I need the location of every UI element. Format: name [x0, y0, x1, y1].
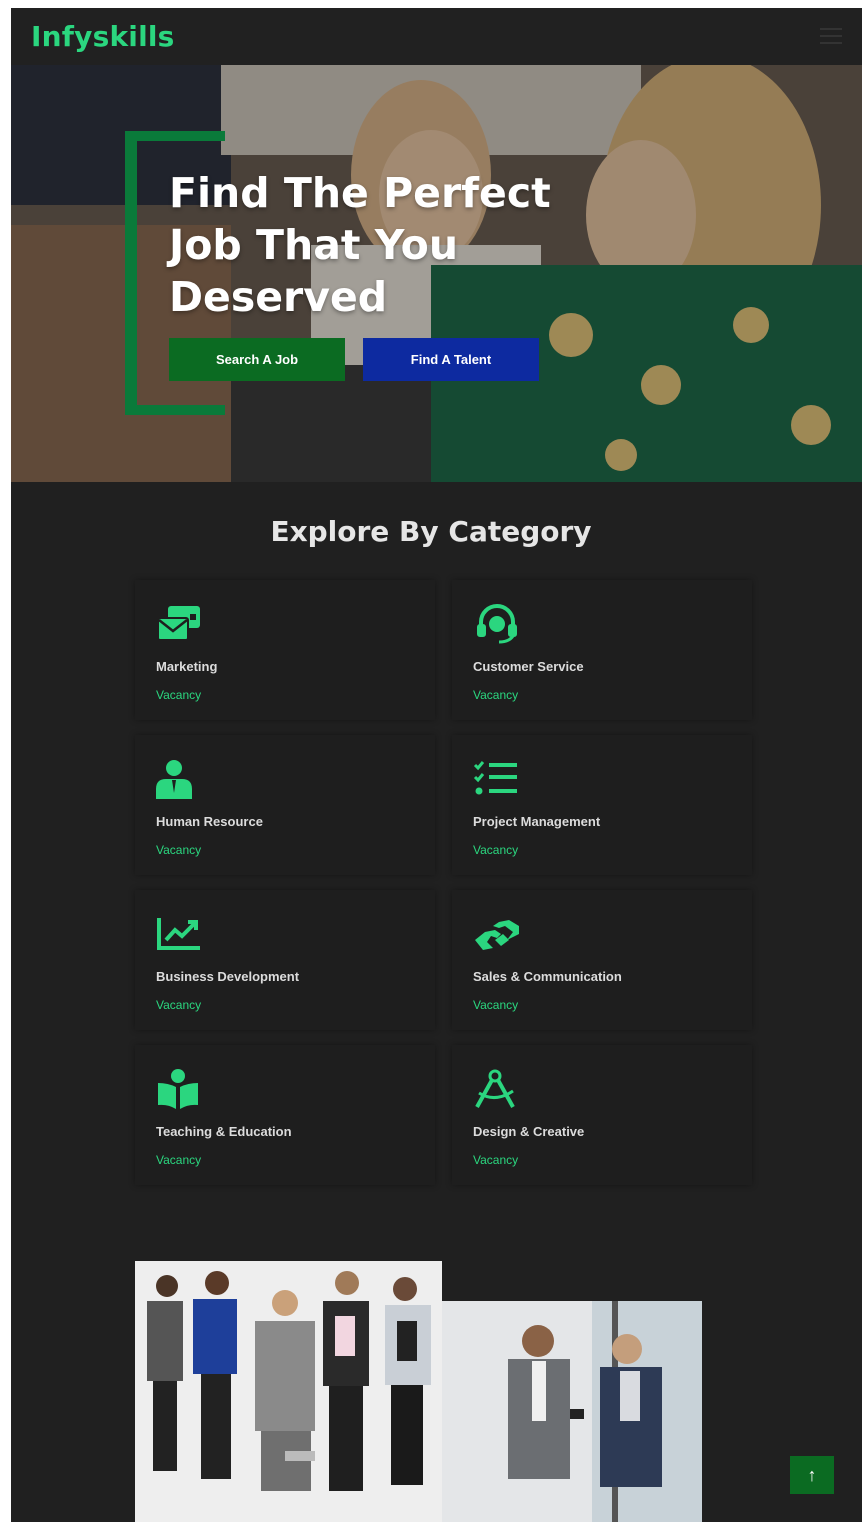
category-card-human-resource[interactable]: Human Resource Vacancy: [135, 735, 435, 875]
book-reader-icon: [156, 1069, 204, 1109]
user-tie-icon: [156, 759, 204, 799]
hero-banner: Find The Perfect Job That You Deserved S…: [11, 65, 862, 482]
hero-bracket-bottom: [125, 405, 225, 415]
category-vacancy-link[interactable]: Vacancy: [156, 1153, 201, 1167]
search-job-button[interactable]: Search A Job: [169, 338, 345, 381]
category-card-customer-service[interactable]: Customer Service Vacancy: [452, 580, 752, 720]
category-name: Teaching & Education: [156, 1124, 292, 1139]
hero-bracket-top: [125, 131, 225, 141]
category-name: Human Resource: [156, 814, 263, 829]
navbar: Infyskills: [11, 8, 862, 65]
arrow-up-icon: ↑: [807, 1464, 817, 1485]
category-name: Project Management: [473, 814, 601, 829]
category-vacancy-link[interactable]: Vacancy: [473, 998, 518, 1012]
envelope-cards-icon: [156, 604, 204, 644]
category-vacancy-link[interactable]: Vacancy: [473, 688, 518, 702]
category-vacancy-link[interactable]: Vacancy: [473, 1153, 518, 1167]
category-vacancy-link[interactable]: Vacancy: [156, 843, 201, 857]
back-to-top-button[interactable]: ↑: [790, 1456, 834, 1494]
category-name: Business Development: [156, 969, 300, 984]
find-talent-button[interactable]: Find A Talent: [363, 338, 539, 381]
hero-bracket: [125, 131, 137, 415]
headset-icon: [473, 604, 521, 644]
handshake-icon: [473, 914, 521, 954]
category-card-business-development[interactable]: Business Development Vacancy: [135, 890, 435, 1030]
category-vacancy-link[interactable]: Vacancy: [156, 688, 201, 702]
task-list-icon: [473, 759, 521, 799]
category-name: Customer Service: [473, 659, 584, 674]
category-card-sales-communication[interactable]: Sales & Communication Vacancy: [452, 890, 752, 1030]
drafting-compass-icon: [473, 1069, 521, 1109]
category-section-title: Explore By Category: [270, 515, 592, 548]
hero-title: Find The Perfect Job That You Deserved: [169, 169, 551, 321]
category-name: Sales & Communication: [473, 969, 622, 984]
hamburger-icon[interactable]: [820, 28, 842, 44]
category-card-project-management[interactable]: Project Management Vacancy: [452, 735, 752, 875]
chart-line-icon: [156, 914, 204, 954]
category-card-marketing[interactable]: Marketing Vacancy: [135, 580, 435, 720]
category-name: Marketing: [156, 659, 218, 674]
category-name: Design & Creative: [473, 1124, 585, 1139]
page-frame: Infyskills Find The Perfect Job That You…: [11, 8, 862, 1522]
category-vacancy-link[interactable]: Vacancy: [473, 843, 518, 857]
meeting-photo: [442, 1301, 702, 1522]
category-vacancy-link[interactable]: Vacancy: [156, 998, 201, 1012]
site-logo[interactable]: Infyskills: [31, 20, 175, 53]
category-card-design-creative[interactable]: Design & Creative Vacancy: [452, 1045, 752, 1185]
team-photo: [135, 1261, 442, 1522]
category-card-teaching-education[interactable]: Teaching & Education Vacancy: [135, 1045, 435, 1185]
